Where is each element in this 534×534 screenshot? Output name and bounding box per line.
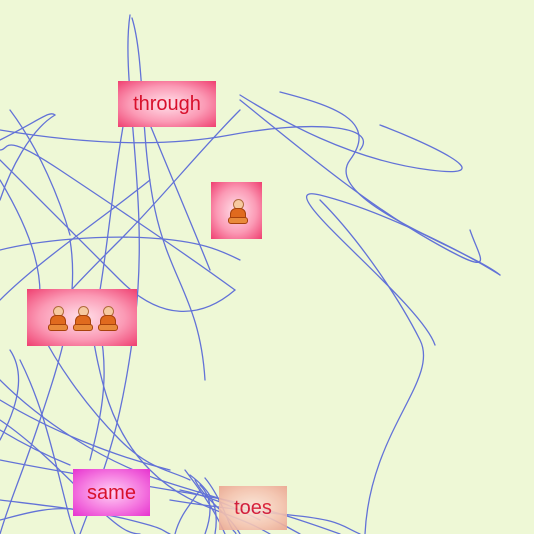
scribble-stroke [89,329,105,461]
figure-tile-triple[interactable] [27,289,137,346]
scribble-stroke [0,125,364,151]
scribble-stroke [0,459,341,534]
scribble-stroke [0,239,74,534]
word-tile-same[interactable]: same [73,469,150,516]
scribble-stroke [319,199,425,534]
meditating-person-icon [72,305,93,331]
word-label: same [87,481,136,504]
meditating-person-icon [47,305,68,331]
scribble-drawing [0,14,501,534]
game-board[interactable]: through same toes [0,0,534,534]
scribble-stroke [239,94,463,173]
word-tile-through[interactable]: through [118,81,216,127]
word-tile-toes[interactable]: toes [219,486,287,530]
meditating-person-icon [227,198,248,224]
word-label: through [133,93,201,115]
figure-group [47,305,118,331]
scribble-stroke [239,99,482,264]
scribble-stroke [131,17,206,381]
scribble-stroke [279,91,501,276]
scribble-stroke [174,489,201,534]
scribble-stroke [0,179,151,301]
word-label: toes [234,497,272,519]
figure-tile-single[interactable] [211,182,262,239]
meditating-person-icon [97,305,118,331]
scribble-stroke [39,329,191,481]
